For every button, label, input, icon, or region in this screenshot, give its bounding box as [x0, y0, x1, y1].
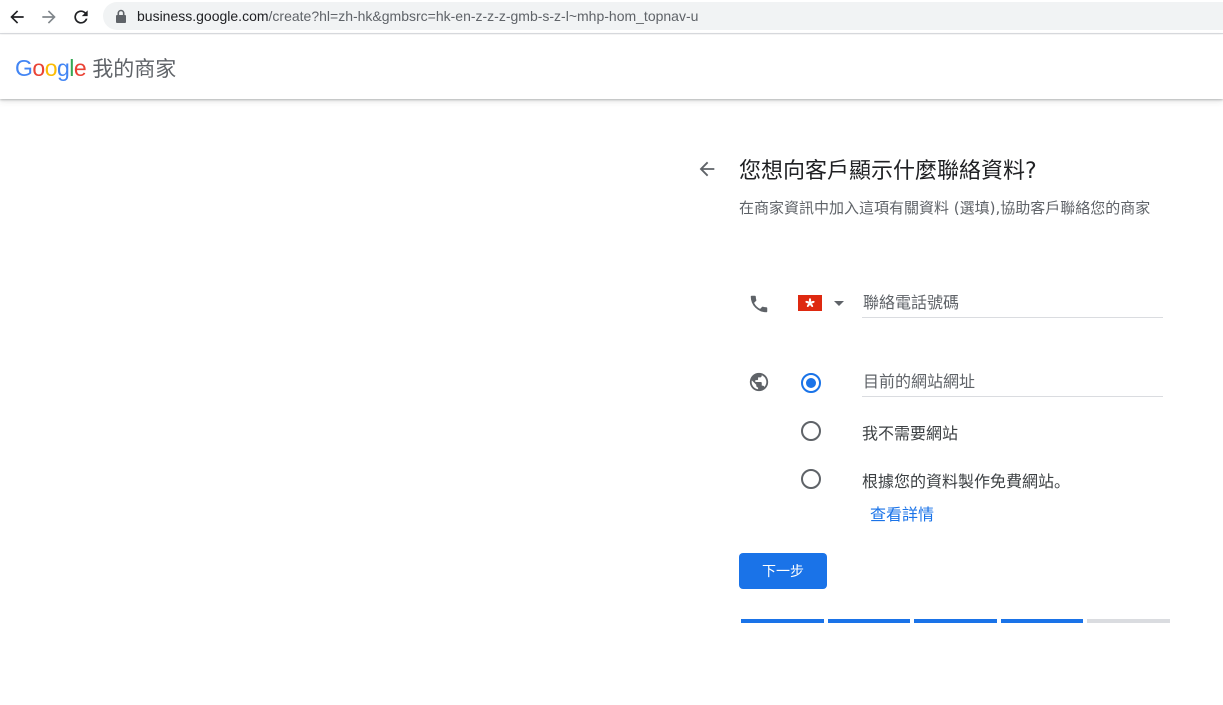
page-title: 您想向客戶顯示什麼聯絡資料?	[739, 159, 1037, 184]
progress-segment	[827, 619, 911, 623]
arrow-back-icon	[10, 10, 24, 24]
chevron-down-icon	[834, 300, 844, 306]
url-path: /create?hl=zh-hk&gmbsrc=hk-en-z-z-z-gmb-…	[268, 8, 699, 24]
phone-icon	[747, 292, 771, 316]
progress-segment	[1087, 619, 1170, 623]
form-back-button[interactable]	[693, 155, 721, 183]
progress-segment	[741, 619, 824, 623]
progress-bar	[741, 619, 1170, 623]
website-url-input[interactable]	[862, 367, 1163, 397]
country-selector[interactable]	[798, 295, 844, 311]
progress-segment	[1000, 619, 1084, 623]
radio-free-website[interactable]	[801, 469, 821, 489]
globe-icon	[747, 370, 771, 394]
radio-no-website[interactable]	[801, 421, 821, 441]
url-host: business.google.com	[137, 8, 269, 24]
product-name: 我的商家	[92, 57, 177, 81]
arrow-forward-icon	[42, 10, 56, 24]
google-logo: Google	[15, 55, 87, 81]
browser-back-button[interactable]	[3, 3, 31, 31]
app-header: Google 我的商家	[0, 35, 1223, 99]
browser-reload-button[interactable]	[67, 3, 95, 31]
radio-label-no-website: 我不需要網站	[862, 424, 959, 443]
hong-kong-flag-icon	[798, 295, 822, 311]
lock-icon	[115, 9, 127, 23]
url-text: business.google.com/create?hl=zh-hk&gmbs…	[137, 8, 698, 24]
address-bar[interactable]: business.google.com/create?hl=zh-hk&gmbs…	[103, 2, 1223, 30]
reload-icon	[74, 10, 88, 24]
progress-segment	[914, 619, 997, 623]
browser-forward-button[interactable]	[35, 3, 63, 31]
learn-more-link[interactable]: 查看詳情	[870, 501, 934, 525]
radio-current-website[interactable]	[801, 373, 821, 393]
radio-label-free-website: 根據您的資料製作免費網站。	[862, 472, 1071, 491]
page-subtitle: 在商家資訊中加入這項有關資料 (選填),協助客戶聯絡您的商家	[739, 199, 1151, 217]
google-my-business-logo[interactable]: Google 我的商家	[15, 53, 176, 83]
next-button[interactable]: 下一步	[739, 553, 827, 589]
phone-number-input[interactable]	[862, 288, 1163, 318]
browser-toolbar: business.google.com/create?hl=zh-hk&gmbs…	[0, 0, 1223, 34]
arrow-back-icon	[699, 161, 715, 177]
